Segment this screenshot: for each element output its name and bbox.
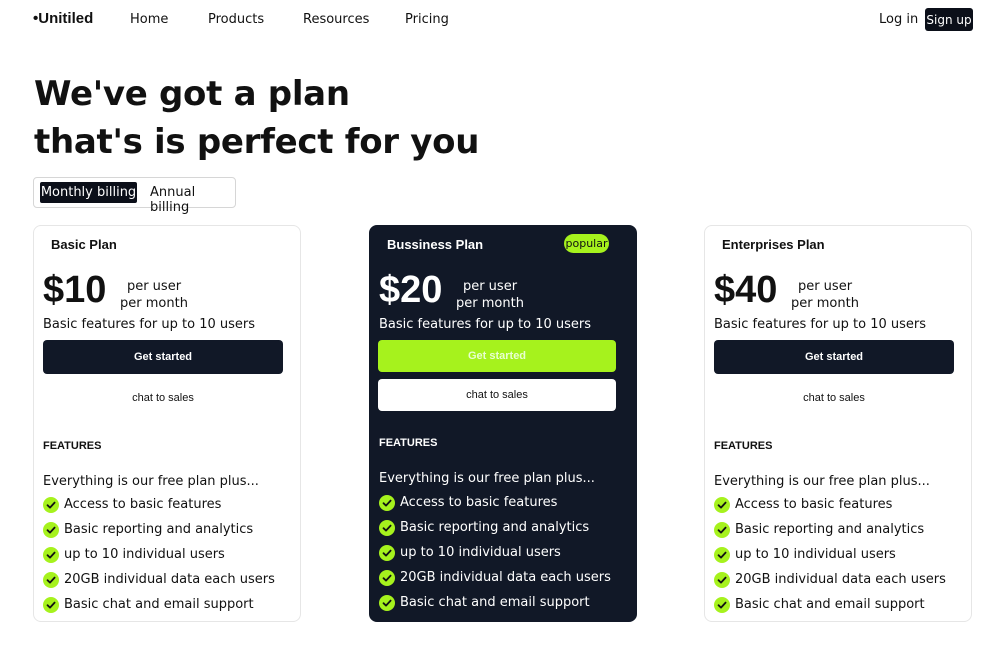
feature-label: Basic reporting and analytics bbox=[400, 520, 590, 535]
feature-label: Basic reporting and analytics bbox=[64, 522, 254, 537]
check-icon bbox=[379, 544, 395, 561]
feature-item: 20GB individual data each users bbox=[43, 567, 275, 592]
feature-item: Access to basic features bbox=[379, 490, 611, 515]
features-intro: Everything is our free plan plus... bbox=[43, 474, 259, 489]
check-icon bbox=[714, 546, 730, 563]
check-icon bbox=[714, 596, 730, 613]
feature-item: Basic reporting and analytics bbox=[714, 517, 946, 542]
plan-name: Enterprises Plan bbox=[722, 237, 825, 252]
plan-name: Bussiness Plan bbox=[387, 237, 484, 252]
feature-item: Access to basic features bbox=[43, 492, 275, 517]
feature-label: up to 10 individual users bbox=[735, 547, 896, 562]
nav-home[interactable]: Home bbox=[130, 12, 168, 27]
check-icon bbox=[714, 496, 730, 513]
plan-description: Basic features for up to 10 users bbox=[379, 317, 592, 332]
feature-item: Access to basic features bbox=[714, 492, 946, 517]
plan-name: Basic Plan bbox=[51, 237, 117, 252]
popular-badge: popular bbox=[564, 234, 609, 253]
feature-label: Basic chat and email support bbox=[400, 595, 590, 610]
check-icon bbox=[43, 546, 59, 563]
plan-price: $40 bbox=[714, 269, 778, 311]
feature-label: Access to basic features bbox=[400, 495, 558, 510]
login-link[interactable]: Log in bbox=[879, 12, 918, 27]
feature-item: 20GB individual data each users bbox=[714, 567, 946, 592]
feature-list: Access to basic features Basic reporting… bbox=[379, 490, 611, 615]
price-per-month: per month bbox=[456, 296, 524, 311]
feature-list: Access to basic features Basic reporting… bbox=[43, 492, 275, 617]
get-started-button[interactable]: Get started bbox=[43, 340, 283, 374]
features-heading: FEATURES bbox=[714, 440, 773, 452]
feature-item: 20GB individual data each users bbox=[379, 565, 611, 590]
check-icon bbox=[379, 494, 395, 511]
feature-label: Access to basic features bbox=[64, 497, 222, 512]
features-intro: Everything is our free plan plus... bbox=[379, 471, 595, 486]
check-icon bbox=[714, 571, 730, 588]
get-started-button[interactable]: Get started bbox=[714, 340, 954, 374]
plan-card-2: Bussiness Plan popular $20 per user per mo… bbox=[369, 225, 637, 622]
price-period: per user per month bbox=[450, 278, 530, 312]
price-per-user: per user bbox=[462, 279, 518, 294]
get-started-button[interactable]: Get started bbox=[378, 340, 616, 372]
check-icon bbox=[43, 596, 59, 613]
feature-label: 20GB individual data each users bbox=[400, 570, 611, 585]
check-icon bbox=[379, 594, 395, 611]
feature-label: Access to basic features bbox=[735, 497, 893, 512]
chat-to-sales-button[interactable]: chat to sales bbox=[43, 382, 283, 414]
chat-to-sales-button[interactable]: chat to sales bbox=[714, 382, 954, 414]
check-icon bbox=[379, 519, 395, 536]
monthly-billing-option[interactable]: Monthly billing bbox=[40, 182, 137, 203]
plan-description: Basic features for up to 10 users bbox=[43, 317, 256, 332]
chat-to-sales-button[interactable]: chat to sales bbox=[378, 379, 616, 411]
features-heading: FEATURES bbox=[379, 437, 438, 449]
check-icon bbox=[43, 571, 59, 588]
signup-button[interactable]: Sign up bbox=[925, 8, 973, 31]
feature-item: Basic chat and email support bbox=[714, 592, 946, 617]
billing-toggle: Monthly billing Annual billing bbox=[33, 177, 236, 215]
feature-label: up to 10 individual users bbox=[64, 547, 225, 562]
feature-label: 20GB individual data each users bbox=[735, 572, 946, 587]
plan-card-1: Basic Plan $10 per user per month Basic f… bbox=[33, 225, 301, 622]
nav-pricing[interactable]: Pricing bbox=[405, 12, 449, 27]
feature-item: up to 10 individual users bbox=[379, 540, 611, 565]
feature-label: Basic chat and email support bbox=[735, 597, 925, 612]
price-per-user: per user bbox=[797, 279, 853, 294]
price-per-user: per user bbox=[126, 279, 182, 294]
plan-price: $10 bbox=[43, 269, 107, 311]
feature-item: Basic reporting and analytics bbox=[379, 515, 611, 540]
feature-item: up to 10 individual users bbox=[714, 542, 946, 567]
plan-description: Basic features for up to 10 users bbox=[714, 317, 927, 332]
feature-list: Access to basic features Basic reporting… bbox=[714, 492, 946, 617]
feature-label: up to 10 individual users bbox=[400, 545, 561, 560]
check-icon bbox=[714, 521, 730, 538]
feature-item: Basic reporting and analytics bbox=[43, 517, 275, 542]
page-title-line-1: We've got a plan bbox=[34, 74, 350, 114]
check-icon bbox=[379, 569, 395, 586]
feature-item: Basic chat and email support bbox=[43, 592, 275, 617]
price-per-month: per month bbox=[120, 296, 188, 311]
plan-price: $20 bbox=[379, 269, 443, 311]
check-icon bbox=[43, 521, 59, 538]
price-period: per user per month bbox=[114, 278, 194, 312]
page-title: We've got a plan that's is perfect for y… bbox=[34, 70, 479, 166]
nav-products[interactable]: Products bbox=[208, 12, 264, 27]
price-per-month: per month bbox=[791, 296, 859, 311]
brand-logo[interactable]: •Unitiled bbox=[33, 10, 93, 27]
features-heading: FEATURES bbox=[43, 440, 102, 452]
feature-label: 20GB individual data each users bbox=[64, 572, 275, 587]
feature-item: Basic chat and email support bbox=[379, 590, 611, 615]
page-title-line-2: that's is perfect for you bbox=[34, 122, 480, 162]
plan-card-3: Enterprises Plan $40 per user per month B… bbox=[704, 225, 972, 622]
feature-item: up to 10 individual users bbox=[43, 542, 275, 567]
feature-label: Basic reporting and analytics bbox=[735, 522, 925, 537]
annual-billing-option[interactable]: Annual billing bbox=[150, 185, 235, 215]
check-icon bbox=[43, 496, 59, 513]
price-period: per user per month bbox=[785, 278, 865, 312]
feature-label: Basic chat and email support bbox=[64, 597, 254, 612]
nav-resources[interactable]: Resources bbox=[303, 12, 369, 27]
features-intro: Everything is our free plan plus... bbox=[714, 474, 930, 489]
